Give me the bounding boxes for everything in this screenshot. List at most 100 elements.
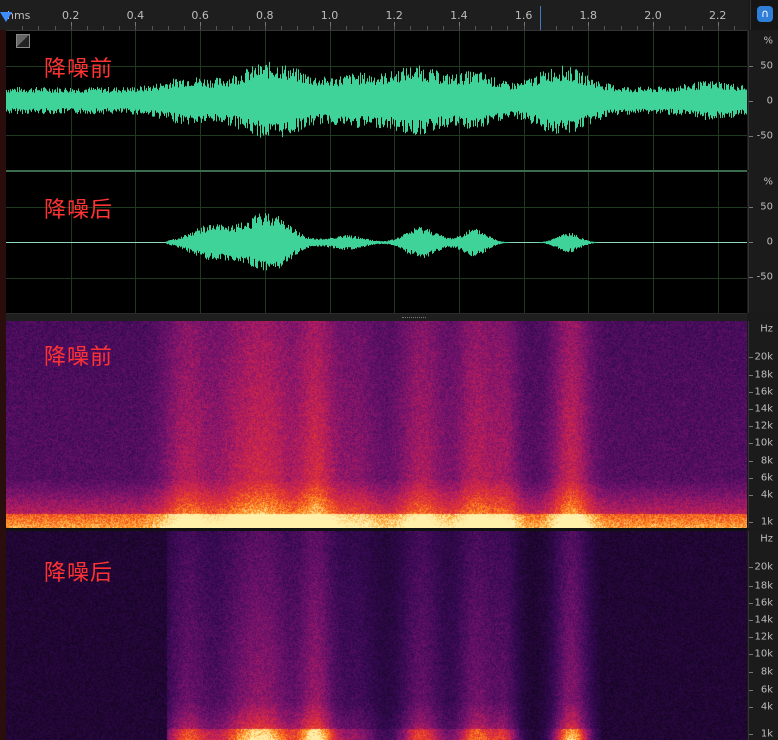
ruler-minor-tick	[653, 26, 654, 30]
scale-label: 20k	[754, 561, 773, 573]
scale-tick	[749, 706, 753, 708]
ruler-minor-tick	[313, 26, 315, 30]
ruler-minor-tick	[183, 26, 185, 30]
scale-label: 1k	[760, 516, 773, 528]
ruler-minor-tick	[151, 26, 153, 30]
ruler-tick-label: 1.0	[320, 9, 339, 22]
spectrogram-after-canvas	[6, 531, 747, 740]
ruler-minor-tick	[119, 26, 121, 30]
scale-tick	[749, 101, 753, 102]
ruler-minor-tick	[297, 26, 299, 30]
scale-label: 18k	[754, 369, 773, 381]
ruler-minor-tick	[280, 26, 282, 30]
ruler-tick-label: 0.4	[126, 9, 145, 22]
frequency-scale-before: Hz 20k 18k 16k 14k 12k 10k 8k 6k 4k 1k	[748, 321, 778, 528]
scale-label: 12k	[754, 631, 773, 643]
scale-unit: Hz	[760, 533, 773, 545]
ruler-minor-tick	[167, 26, 169, 30]
ruler-minor-tick	[442, 26, 444, 30]
ruler-minor-tick	[378, 26, 380, 30]
ruler-minor-tick	[717, 26, 719, 30]
spectrogram-before-canvas	[6, 321, 747, 528]
ruler-minor-tick	[200, 26, 202, 30]
scale-tick	[749, 654, 753, 656]
ruler-minor-tick	[216, 26, 218, 30]
scale-tick	[749, 207, 753, 208]
ruler-minor-tick	[458, 26, 460, 30]
ruler-minor-tick	[38, 26, 40, 30]
ruler-minor-tick	[103, 26, 105, 30]
scale-label: -50	[756, 271, 773, 283]
scale-unit: Hz	[760, 323, 773, 335]
scale-label: 6k	[760, 472, 773, 484]
ruler-minor-tick	[410, 26, 412, 30]
playhead-icon[interactable]	[0, 12, 12, 22]
scale-unit: %	[763, 176, 773, 188]
ruler-minor-tick	[733, 26, 735, 30]
scale-tick	[749, 357, 753, 358]
ruler-minor-tick	[361, 26, 363, 30]
time-ruler[interactable]: hms 0.2 0.4 0.6 0.8 1.0 1.2 1.4 1.6 1.8 2.0 2.2	[0, 0, 748, 31]
ruler-minor-tick	[70, 26, 72, 30]
ruler-minor-tick	[685, 26, 687, 30]
spectrogram-panel-after[interactable]: 降噪后	[6, 531, 747, 740]
ruler-minor-tick	[572, 26, 574, 30]
ruler-tick-label: 0.8	[256, 9, 274, 22]
scale-tick	[749, 495, 753, 496]
ruler-minor-tick	[604, 26, 606, 30]
scale-tick	[749, 136, 753, 137]
ruler-minor-tick	[135, 26, 137, 30]
scale-unit: %	[763, 35, 773, 47]
scale-tick	[749, 619, 753, 621]
ruler-minor-tick	[345, 26, 347, 30]
ruler-minor-tick	[22, 26, 24, 30]
scale-tick	[749, 602, 753, 604]
spectrogram-panel-before[interactable]: 降噪前	[6, 321, 747, 528]
spectrogram-label-after: 降噪后	[44, 561, 114, 586]
scale-tick	[749, 66, 753, 67]
waveform-panel-before[interactable]: 降噪前	[6, 31, 747, 170]
scale-label: 20k	[754, 351, 773, 363]
scale-tick	[749, 733, 753, 735]
ruler-minor-tick	[475, 26, 477, 30]
ruler-tick-label: 0.6	[191, 9, 209, 22]
ruler-tick-label: 1.6	[514, 9, 533, 22]
ruler-minor-tick	[507, 26, 509, 30]
scale-label: 6k	[760, 684, 773, 696]
scale-tick	[749, 242, 753, 243]
scale-tick	[749, 426, 753, 427]
ruler-tick-label: 1.4	[450, 9, 468, 22]
cursor-marker[interactable]	[540, 6, 541, 30]
ruler-minor-tick	[491, 26, 493, 30]
scale-label: 50	[760, 60, 773, 72]
scale-label: 8k	[760, 455, 773, 467]
scale-label: 0	[766, 95, 773, 107]
scale-label: 10k	[754, 648, 773, 660]
scale-label: 8k	[760, 666, 773, 678]
waveform-before-svg	[6, 61, 747, 138]
amplitude-scale-after: % 50 0 -50	[748, 172, 778, 313]
scale-label: -50	[756, 130, 773, 142]
zoom-lock-button[interactable]: ∩	[750, 0, 778, 30]
channel-toggle-icon[interactable]	[16, 34, 30, 48]
scale-label: 12k	[754, 420, 773, 432]
scale-tick	[749, 277, 753, 278]
waveform-after-svg	[6, 213, 747, 271]
scale-tick	[749, 689, 753, 691]
grip-icon	[402, 317, 426, 320]
ruler-minor-tick	[620, 26, 622, 30]
ruler-tick-label: 2.2	[708, 9, 727, 22]
scale-tick	[749, 637, 753, 638]
panel-label-after: 降噪后	[44, 198, 114, 223]
scale-label: 4k	[760, 701, 773, 713]
ruler-minor-tick	[669, 26, 671, 30]
scale-label: 16k	[754, 386, 773, 398]
frequency-scale-after: Hz 20k 18k 16k 14k 12k 10k 8k 6k 4k 1k	[748, 531, 778, 740]
scale-label: 10k	[754, 437, 773, 449]
spectrogram-label-before: 降噪前	[44, 345, 114, 370]
scale-tick	[749, 392, 753, 393]
ruler-tick-label: 1.8	[579, 9, 598, 22]
ruler-minor-tick	[54, 26, 56, 30]
waveform-panel-after[interactable]: 降噪后	[6, 172, 747, 313]
scale-label: 14k	[754, 403, 773, 415]
